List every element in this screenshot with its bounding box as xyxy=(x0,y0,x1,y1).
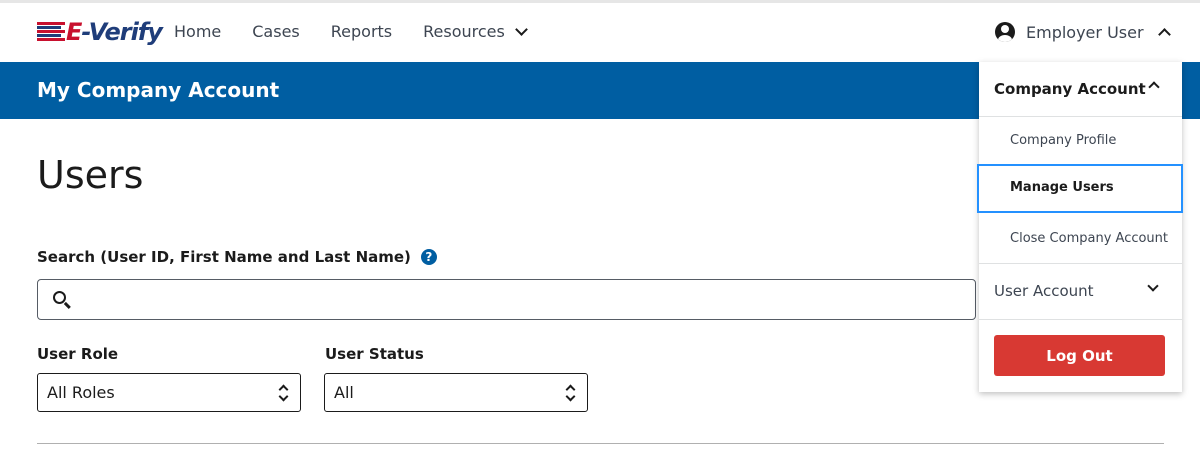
user-status-value: All xyxy=(334,383,354,402)
user-status-select[interactable]: All xyxy=(324,373,588,412)
banner-title: My Company Account xyxy=(37,78,280,102)
company-account-toggle[interactable]: Company Account xyxy=(979,62,1182,117)
search-label-text: Search (User ID, First Name and Last Nam… xyxy=(37,248,411,266)
search-field xyxy=(37,279,976,320)
chevron-down-icon xyxy=(1147,280,1159,292)
nav-resources[interactable]: Resources xyxy=(423,22,528,41)
chevron-down-icon xyxy=(514,22,528,36)
nav-cases[interactable]: Cases xyxy=(252,22,300,41)
site-header: E-Verify Home Cases Reports Resources Em… xyxy=(0,3,1200,62)
menu-divider xyxy=(979,319,1182,320)
select-arrows-icon xyxy=(279,384,287,402)
logo-text: E-Verify xyxy=(66,18,163,46)
page-title: Users xyxy=(37,153,144,197)
account-dropdown-menu: Company Account Company Profile Manage U… xyxy=(977,62,1183,392)
nav-label: Resources xyxy=(423,22,505,41)
e-verify-logo[interactable]: E-Verify xyxy=(37,17,163,47)
user-account-toggle[interactable]: User Account xyxy=(979,264,1182,319)
menu-item-company-profile[interactable]: Company Profile xyxy=(979,117,1182,166)
chevron-up-icon xyxy=(1157,28,1171,41)
menu-item-label: Close Company Account xyxy=(1010,231,1169,246)
user-avatar-icon xyxy=(995,22,1015,42)
user-status-label: User Status xyxy=(325,345,424,363)
user-role-select[interactable]: All Roles xyxy=(37,373,301,412)
search-icon xyxy=(53,291,66,304)
user-role-label: User Role xyxy=(37,345,119,363)
search-label: Search (User ID, First Name and Last Nam… xyxy=(37,248,437,266)
user-name: Employer User xyxy=(1026,22,1144,42)
menu-item-label: Manage Users xyxy=(1010,180,1114,195)
nav-reports[interactable]: Reports xyxy=(331,22,392,41)
flag-stripes-icon xyxy=(37,21,65,43)
user-menu-toggle[interactable]: Employer User xyxy=(995,22,1171,42)
logout-button[interactable]: Log Out xyxy=(994,335,1165,376)
nav-label: Reports xyxy=(330,22,393,41)
nav-home[interactable]: Home xyxy=(174,22,221,41)
chevron-up-icon xyxy=(1148,81,1160,93)
main-nav: Home Cases Reports Resources xyxy=(174,22,557,41)
nav-label: Cases xyxy=(252,22,300,41)
menu-item-manage-users[interactable]: Manage Users xyxy=(977,164,1183,213)
section-divider xyxy=(37,443,1164,444)
search-input[interactable] xyxy=(78,280,968,319)
user-role-value: All Roles xyxy=(47,383,115,402)
menu-item-label: Company Profile xyxy=(1010,133,1117,148)
nav-label: Home xyxy=(174,22,222,41)
company-account-label: Company Account xyxy=(994,80,1146,98)
select-arrows-icon xyxy=(566,384,574,402)
help-icon[interactable]: ? xyxy=(420,249,437,265)
user-account-label: User Account xyxy=(994,282,1094,300)
menu-item-close-company-account[interactable]: Close Company Account xyxy=(979,215,1182,264)
